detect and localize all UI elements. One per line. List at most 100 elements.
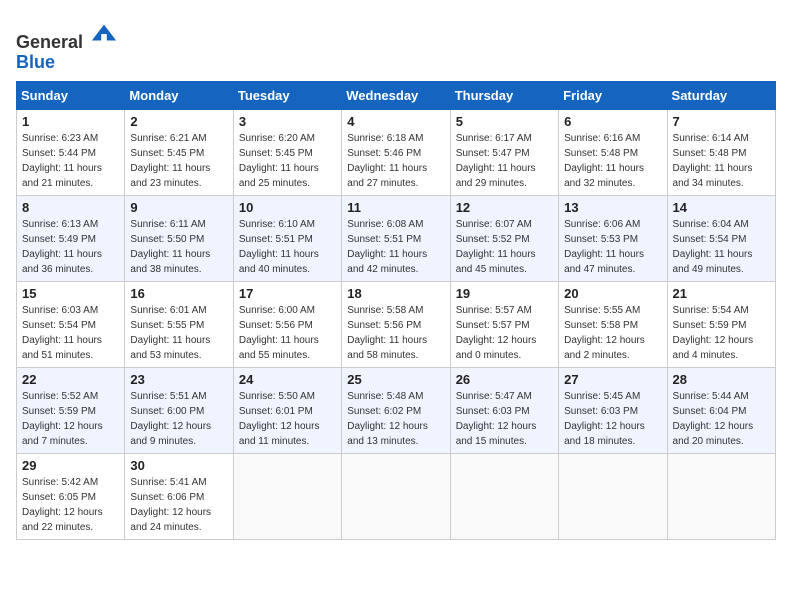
- day-detail: Sunrise: 6:01 AM Sunset: 5:55 PM Dayligh…: [130, 303, 227, 363]
- sunrise-label: Sunrise:: [564, 391, 603, 402]
- sunrise-label: Sunrise:: [239, 133, 278, 144]
- daylight-label: Daylight: 12 hours and 20 minutes.: [673, 421, 754, 447]
- calendar-cell: 7 Sunrise: 6:14 AM Sunset: 5:48 PM Dayli…: [667, 109, 775, 195]
- daylight-label: Daylight: 12 hours and 11 minutes.: [239, 421, 320, 447]
- calendar-cell: 27 Sunrise: 5:45 AM Sunset: 6:03 PM Dayl…: [559, 367, 667, 453]
- calendar-header-sunday: Sunday: [17, 81, 125, 109]
- sunrise-label: Sunrise:: [564, 305, 603, 316]
- daylight-label: Daylight: 12 hours and 7 minutes.: [22, 421, 103, 447]
- day-number: 8: [22, 200, 119, 215]
- calendar-cell: 28 Sunrise: 5:44 AM Sunset: 6:04 PM Dayl…: [667, 367, 775, 453]
- day-number: 24: [239, 372, 336, 387]
- calendar-week-row: 8 Sunrise: 6:13 AM Sunset: 5:49 PM Dayli…: [17, 195, 776, 281]
- sunset-label: Sunset:: [456, 320, 493, 331]
- sunset-label: Sunset:: [564, 234, 601, 245]
- sunset-label: Sunset:: [130, 148, 167, 159]
- sunset-label: Sunset:: [22, 406, 59, 417]
- day-detail: Sunrise: 6:14 AM Sunset: 5:48 PM Dayligh…: [673, 131, 770, 191]
- sunrise-value: 6:00 AM: [278, 305, 315, 316]
- sunrise-label: Sunrise:: [239, 219, 278, 230]
- sunrise-label: Sunrise:: [564, 219, 603, 230]
- day-detail: Sunrise: 6:08 AM Sunset: 5:51 PM Dayligh…: [347, 217, 444, 277]
- calendar-header-tuesday: Tuesday: [233, 81, 341, 109]
- sunrise-label: Sunrise:: [347, 219, 386, 230]
- sunrise-label: Sunrise:: [22, 477, 61, 488]
- sunset-value: 5:51 PM: [384, 234, 421, 245]
- day-detail: Sunrise: 6:10 AM Sunset: 5:51 PM Dayligh…: [239, 217, 336, 277]
- sunset-label: Sunset:: [22, 320, 59, 331]
- day-detail: Sunrise: 5:41 AM Sunset: 6:06 PM Dayligh…: [130, 475, 227, 535]
- sunset-label: Sunset:: [564, 148, 601, 159]
- sunset-value: 5:57 PM: [492, 320, 529, 331]
- sunrise-value: 6:07 AM: [495, 219, 532, 230]
- calendar-cell: 8 Sunrise: 6:13 AM Sunset: 5:49 PM Dayli…: [17, 195, 125, 281]
- daylight-label: Daylight: 11 hours and 51 minutes.: [22, 335, 102, 361]
- sunset-label: Sunset:: [239, 148, 276, 159]
- daylight-label: Daylight: 11 hours and 36 minutes.: [22, 249, 102, 275]
- calendar-cell: 18 Sunrise: 5:58 AM Sunset: 5:56 PM Dayl…: [342, 281, 450, 367]
- day-number: 18: [347, 286, 444, 301]
- sunset-value: 5:56 PM: [384, 320, 421, 331]
- day-detail: Sunrise: 5:42 AM Sunset: 6:05 PM Dayligh…: [22, 475, 119, 535]
- daylight-label: Daylight: 12 hours and 2 minutes.: [564, 335, 645, 361]
- calendar-cell: 21 Sunrise: 5:54 AM Sunset: 5:59 PM Dayl…: [667, 281, 775, 367]
- sunrise-value: 6:06 AM: [604, 219, 641, 230]
- calendar-cell: 13 Sunrise: 6:06 AM Sunset: 5:53 PM Dayl…: [559, 195, 667, 281]
- calendar-cell: 6 Sunrise: 6:16 AM Sunset: 5:48 PM Dayli…: [559, 109, 667, 195]
- calendar-cell: 25 Sunrise: 5:48 AM Sunset: 6:02 PM Dayl…: [342, 367, 450, 453]
- sunset-label: Sunset:: [239, 234, 276, 245]
- sunset-value: 5:50 PM: [167, 234, 204, 245]
- calendar-cell: 17 Sunrise: 6:00 AM Sunset: 5:56 PM Dayl…: [233, 281, 341, 367]
- sunset-label: Sunset:: [456, 234, 493, 245]
- sunset-value: 5:48 PM: [709, 148, 746, 159]
- sunset-label: Sunset:: [239, 320, 276, 331]
- day-detail: Sunrise: 6:06 AM Sunset: 5:53 PM Dayligh…: [564, 217, 661, 277]
- calendar-header-row: SundayMondayTuesdayWednesdayThursdayFrid…: [17, 81, 776, 109]
- day-detail: Sunrise: 5:58 AM Sunset: 5:56 PM Dayligh…: [347, 303, 444, 363]
- sunset-value: 5:58 PM: [601, 320, 638, 331]
- sunrise-value: 6:01 AM: [170, 305, 207, 316]
- day-detail: Sunrise: 6:18 AM Sunset: 5:46 PM Dayligh…: [347, 131, 444, 191]
- calendar-cell: 15 Sunrise: 6:03 AM Sunset: 5:54 PM Dayl…: [17, 281, 125, 367]
- sunset-label: Sunset:: [22, 492, 59, 503]
- daylight-label: Daylight: 12 hours and 9 minutes.: [130, 421, 211, 447]
- sunrise-value: 6:21 AM: [170, 133, 207, 144]
- day-number: 4: [347, 114, 444, 129]
- sunset-label: Sunset:: [130, 234, 167, 245]
- day-detail: Sunrise: 5:57 AM Sunset: 5:57 PM Dayligh…: [456, 303, 553, 363]
- calendar-week-row: 22 Sunrise: 5:52 AM Sunset: 5:59 PM Dayl…: [17, 367, 776, 453]
- day-detail: Sunrise: 6:11 AM Sunset: 5:50 PM Dayligh…: [130, 217, 227, 277]
- calendar-cell: 11 Sunrise: 6:08 AM Sunset: 5:51 PM Dayl…: [342, 195, 450, 281]
- sunrise-label: Sunrise:: [239, 391, 278, 402]
- sunset-value: 5:53 PM: [601, 234, 638, 245]
- day-number: 30: [130, 458, 227, 473]
- daylight-label: Daylight: 12 hours and 0 minutes.: [456, 335, 537, 361]
- sunrise-label: Sunrise:: [347, 133, 386, 144]
- sunrise-value: 6:23 AM: [61, 133, 98, 144]
- sunset-label: Sunset:: [564, 406, 601, 417]
- calendar-cell: 9 Sunrise: 6:11 AM Sunset: 5:50 PM Dayli…: [125, 195, 233, 281]
- page-header: General Blue: [16, 16, 776, 73]
- day-number: 29: [22, 458, 119, 473]
- sunset-value: 5:47 PM: [492, 148, 529, 159]
- sunset-label: Sunset:: [239, 406, 276, 417]
- daylight-label: Daylight: 11 hours and 42 minutes.: [347, 249, 427, 275]
- day-number: 9: [130, 200, 227, 215]
- sunrise-label: Sunrise:: [456, 305, 495, 316]
- calendar-cell: [342, 453, 450, 539]
- sunrise-value: 5:41 AM: [170, 477, 207, 488]
- day-number: 17: [239, 286, 336, 301]
- sunrise-value: 6:17 AM: [495, 133, 532, 144]
- calendar-cell: 5 Sunrise: 6:17 AM Sunset: 5:47 PM Dayli…: [450, 109, 558, 195]
- daylight-label: Daylight: 12 hours and 13 minutes.: [347, 421, 428, 447]
- calendar-cell: 22 Sunrise: 5:52 AM Sunset: 5:59 PM Dayl…: [17, 367, 125, 453]
- logo-icon: [90, 20, 118, 48]
- sunset-value: 5:48 PM: [601, 148, 638, 159]
- sunrise-value: 5:45 AM: [604, 391, 641, 402]
- daylight-label: Daylight: 11 hours and 58 minutes.: [347, 335, 427, 361]
- sunrise-label: Sunrise:: [456, 219, 495, 230]
- sunrise-label: Sunrise:: [130, 133, 169, 144]
- daylight-label: Daylight: 11 hours and 55 minutes.: [239, 335, 319, 361]
- logo-general-text: General: [16, 32, 83, 52]
- sunrise-label: Sunrise:: [347, 305, 386, 316]
